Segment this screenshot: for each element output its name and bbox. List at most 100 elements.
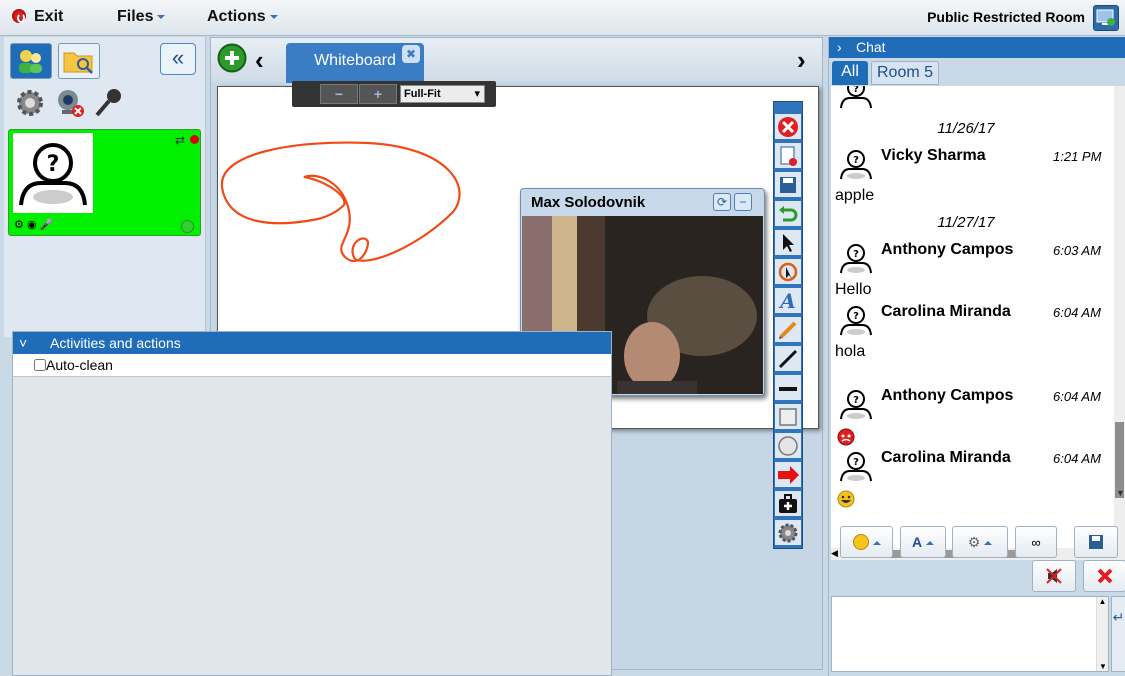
svg-text:?: ? (47, 152, 60, 177)
tab-chat-all[interactable]: All (832, 61, 868, 85)
chat-message-input[interactable]: ▲ ▼ (831, 596, 1109, 672)
font-style-button[interactable]: A (900, 526, 946, 558)
text-tool-icon[interactable]: A (775, 288, 801, 314)
scroll-up-icon[interactable]: ▲ (1097, 597, 1108, 606)
date-separator: 11/27/17 (937, 214, 995, 231)
zoom-in-button[interactable]: + (359, 84, 397, 104)
chevron-down-icon (157, 14, 166, 19)
pencil-tool-icon[interactable] (775, 317, 801, 343)
gear-icon[interactable]: ⚙ (14, 219, 24, 231)
files-tab[interactable] (58, 43, 100, 79)
refresh-icon[interactable]: ⟳ (713, 193, 731, 211)
settings-tool-icon[interactable] (775, 520, 801, 546)
zoom-out-button[interactable]: − (320, 84, 358, 104)
chevron-down-icon: ▾ (474, 88, 480, 100)
toolbox-tool-icon[interactable] (775, 491, 801, 517)
tab-strip: ‹ Whiteboard ✖ › (211, 38, 822, 83)
enter-icon: ↵ (1112, 609, 1125, 625)
user-card[interactable]: ? ⇄ ⚙ ◉ 🎤 (8, 129, 201, 236)
webcam-icon[interactable]: ◉ (27, 219, 37, 231)
arrow-tool-icon[interactable] (775, 462, 801, 488)
mute-chat-button[interactable] (1032, 560, 1076, 592)
room-monitor-icon[interactable] (1093, 5, 1119, 31)
ellipse-tool-icon[interactable] (775, 433, 801, 459)
scroll-left-icon[interactable]: ◀ (831, 548, 838, 559)
zoom-toolbar: − + Full-Fit ▾ (292, 81, 496, 107)
actions-menu[interactable]: Actions (207, 8, 278, 26)
zoom-mode-value: Full-Fit (404, 88, 441, 100)
message-text: Hello (835, 281, 872, 298)
gear-icon[interactable] (14, 87, 46, 119)
scroll-down-icon[interactable]: ▼ (1097, 662, 1109, 671)
exit-button[interactable]: Exit (12, 8, 63, 26)
undo-tool-icon[interactable] (775, 201, 801, 227)
avatar: ? (13, 133, 93, 213)
menu-bar: Exit Files Actions Public Restricted Roo… (0, 0, 1125, 36)
save-tool-icon[interactable] (775, 172, 801, 198)
underline-tool-icon[interactable] (775, 375, 801, 401)
angry-emoji-icon (837, 428, 855, 446)
select-tool-icon[interactable] (775, 259, 801, 285)
microphone-icon[interactable] (92, 87, 124, 119)
folder-search-icon (63, 52, 93, 74)
plus-circle-icon (217, 43, 247, 73)
microphone-icon[interactable]: 🎤 (40, 219, 54, 231)
message-author: Vicky Sharma (881, 147, 986, 164)
input-scrollbar[interactable]: ▲ ▼ (1096, 597, 1108, 671)
scroll-down-icon[interactable]: ▼ (1116, 488, 1125, 498)
chevron-left-icon[interactable]: ‹ (255, 45, 264, 76)
message-author: Carolina Miranda (881, 303, 1011, 320)
users-tab[interactable] (10, 43, 52, 79)
collapse-panel-button[interactable]: « (160, 43, 196, 75)
svg-text:?: ? (853, 395, 859, 406)
date-separator: 11/26/17 (937, 120, 995, 137)
swap-icon[interactable]: ⇄ (175, 133, 185, 147)
chat-vertical-scrollbar[interactable]: ▼ (1114, 86, 1125, 560)
activity-indicator-icon (181, 220, 194, 233)
scrollbar-thumb[interactable] (1115, 422, 1124, 498)
avatar: ? (837, 239, 875, 275)
auto-clean-checkbox[interactable] (34, 359, 46, 371)
power-icon (12, 9, 26, 23)
send-message-button[interactable]: ↵ (1111, 596, 1125, 672)
add-whiteboard-button[interactable] (217, 43, 247, 73)
pointer-tool-icon[interactable] (775, 230, 801, 256)
chat-header[interactable]: › Chat (829, 37, 1125, 58)
chat-title: Chat (856, 39, 886, 55)
link-button[interactable]: ∞ (1015, 526, 1057, 558)
chevron-right-icon[interactable]: › (797, 45, 806, 76)
line-tool-icon[interactable] (775, 346, 801, 372)
message-time: 6:03 AM (1053, 243, 1101, 258)
laughing-emoji-icon (837, 490, 855, 508)
activities-header[interactable]: ˅ Activities and actions (13, 332, 611, 354)
chat-message-list[interactable]: ? 11/26/17 ? Vicky Sharma 1:21 PM apple … (831, 86, 1125, 560)
chevron-right-icon: › (837, 39, 842, 55)
font-label: A (911, 534, 923, 550)
tab-chat-room[interactable]: Room 5 (871, 61, 939, 85)
user-controls: ⚙ ◉ 🎤 (14, 218, 53, 231)
save-chat-button[interactable] (1074, 526, 1118, 558)
rectangle-tool-icon[interactable] (775, 404, 801, 430)
message-author: Carolina Miranda (881, 449, 1011, 466)
files-label: Files (117, 8, 154, 25)
webcam-icon[interactable] (54, 87, 86, 119)
zoom-mode-select[interactable]: Full-Fit ▾ (400, 85, 485, 103)
close-tab-icon[interactable]: ✖ (402, 45, 420, 63)
svg-text:?: ? (853, 457, 859, 468)
svg-text:?: ? (853, 311, 859, 322)
clear-chat-button[interactable] (1083, 560, 1125, 592)
chevron-down-icon: ˅ (19, 335, 28, 351)
emoticon-button[interactable] (840, 526, 893, 558)
avatar: ? (837, 301, 875, 337)
minimize-icon[interactable]: − (734, 193, 752, 211)
files-menu[interactable]: Files (117, 8, 166, 26)
tab-chat-all-label: All (841, 63, 859, 80)
document-tool-icon[interactable] (775, 143, 801, 169)
chevron-up-icon (872, 541, 881, 546)
chevron-up-icon (984, 541, 993, 546)
close-tool-icon[interactable] (775, 114, 801, 140)
video-title: Max Solodovnik (531, 194, 646, 211)
auto-clean-label: Auto-clean (46, 357, 113, 373)
chat-settings-button[interactable]: ⚙ (952, 526, 1008, 558)
avatar: ? (837, 86, 875, 110)
